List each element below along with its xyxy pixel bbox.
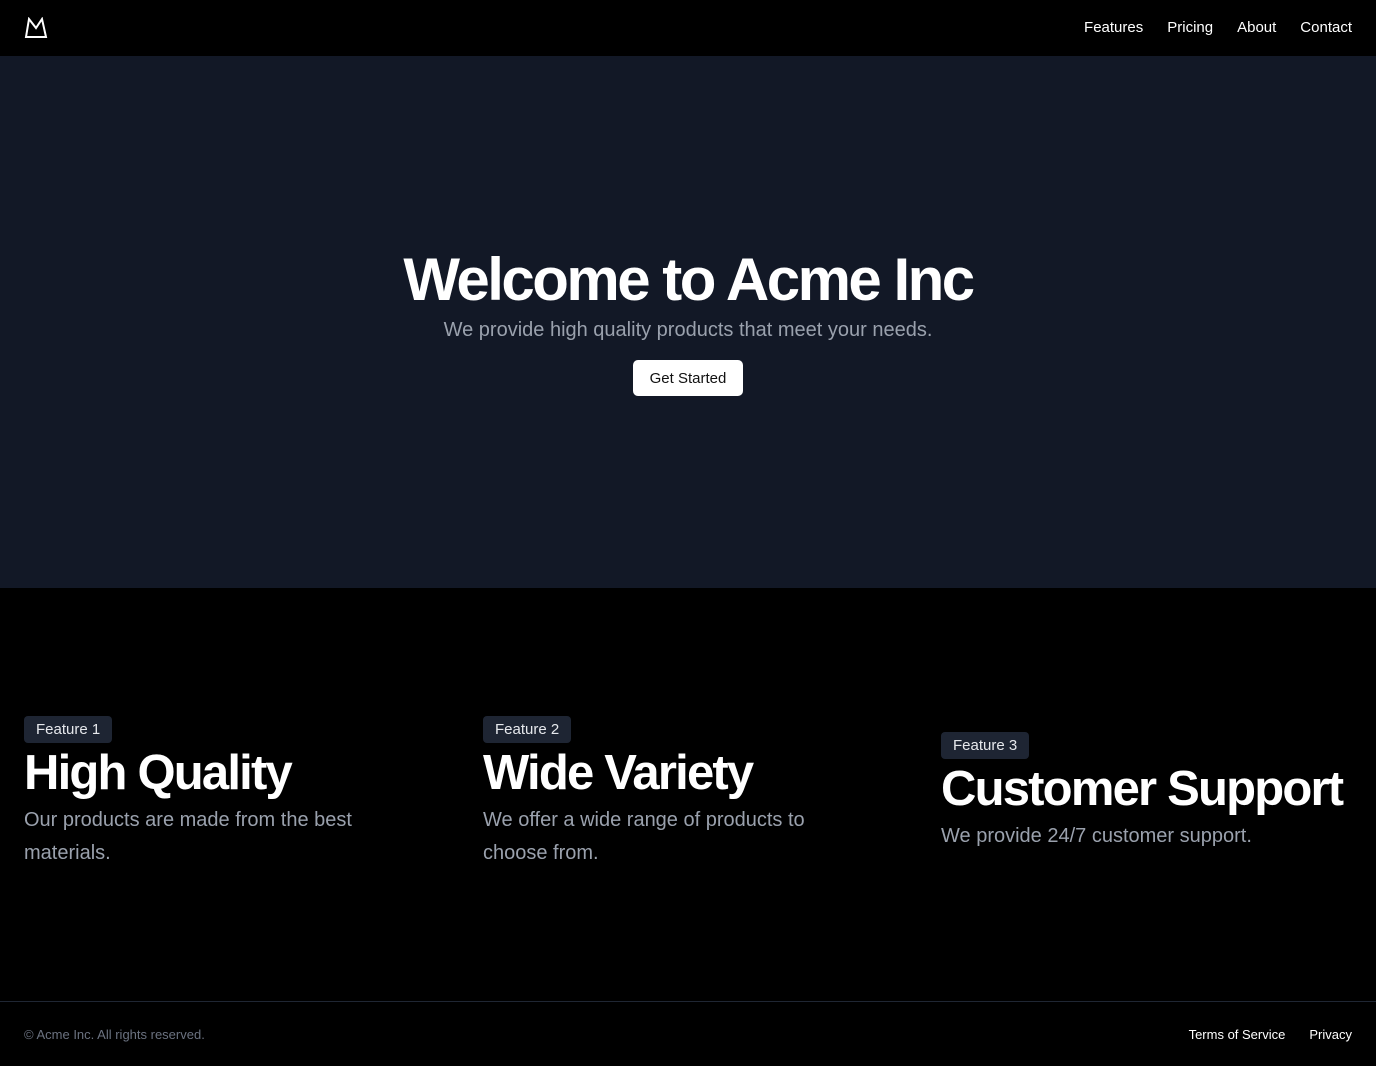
nav-link-features[interactable]: Features (1084, 18, 1143, 38)
hero-subtitle: We provide high quality products that me… (443, 319, 933, 341)
hero-title: Welcome to Acme Inc (403, 246, 975, 313)
nav-link-pricing[interactable]: Pricing (1167, 18, 1213, 38)
feature-badge: Feature 3 (941, 732, 1030, 759)
privacy-link[interactable]: Privacy (1309, 1027, 1352, 1042)
feature-card-wide-variety: Feature 2 Wide Variety We offer a wide r… (483, 716, 903, 870)
nav-link-about[interactable]: About (1237, 18, 1276, 38)
mountain-icon (24, 17, 48, 38)
feature-title: Customer Support (941, 762, 1344, 816)
get-started-button[interactable]: Get Started (633, 360, 743, 396)
page-footer: © Acme Inc. All rights reserved. Terms o… (0, 1001, 1376, 1066)
nav-link-contact[interactable]: Contact (1300, 18, 1352, 38)
feature-description: We provide 24/7 customer support. (941, 825, 1252, 847)
feature-card-high-quality: Feature 1 High Quality Our products are … (24, 716, 444, 870)
feature-badge: Feature 2 (483, 716, 572, 743)
features-section: Feature 1 High Quality Our products are … (0, 588, 1376, 1001)
terms-of-service-link[interactable]: Terms of Service (1189, 1027, 1286, 1042)
logo-link[interactable] (24, 17, 48, 39)
feature-title: High Quality (24, 746, 293, 800)
top-navigation-bar: Features Pricing About Contact (0, 0, 1376, 56)
feature-description: Our products are made from the best mate… (24, 809, 352, 864)
feature-title: Wide Variety (483, 746, 754, 800)
hero-section: Welcome to Acme Inc We provide high qual… (0, 56, 1376, 588)
feature-description: We offer a wide range of products to cho… (483, 809, 805, 864)
main-nav: Features Pricing About Contact (1084, 18, 1352, 38)
feature-badge: Feature 1 (24, 716, 113, 743)
feature-card-customer-support: Feature 3 Customer Support We provide 24… (941, 732, 1361, 853)
copyright-text: © Acme Inc. All rights reserved. (24, 1026, 205, 1042)
footer-links: Terms of Service Privacy (1189, 1027, 1352, 1042)
